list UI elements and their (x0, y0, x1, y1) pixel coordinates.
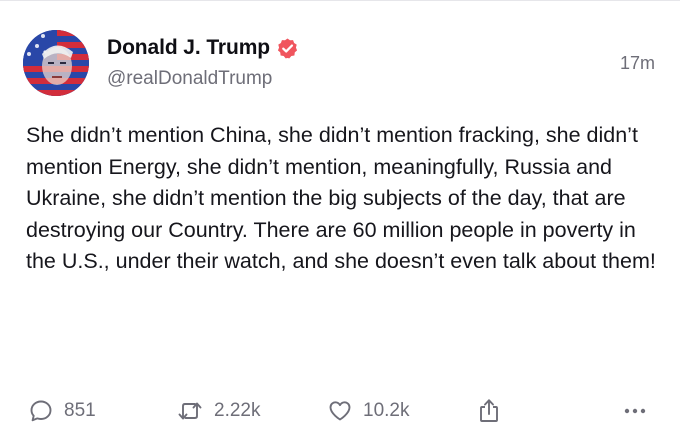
repost-count: 2.22k (214, 400, 261, 421)
author-handle[interactable]: @realDonaldTrump (107, 68, 272, 90)
post-actions-bar: 851 2.22k 10.2k (0, 393, 680, 429)
author-name-row: Donald J. Trump (107, 36, 299, 60)
heart-icon (327, 398, 353, 424)
author-display-name[interactable]: Donald J. Trump (107, 36, 270, 60)
avatar[interactable] (23, 30, 89, 96)
share-button[interactable] (477, 393, 501, 429)
repost-button[interactable]: 2.22k (176, 393, 260, 429)
comment-icon (28, 398, 54, 424)
like-button[interactable]: 10.2k (327, 393, 409, 429)
more-options-button[interactable] (623, 393, 647, 429)
avatar-image (23, 30, 89, 96)
more-icon (623, 407, 647, 415)
post-body-text: She didn’t mention China, she didn’t men… (26, 123, 656, 274)
verified-badge-icon (276, 37, 299, 60)
like-count: 10.2k (363, 400, 410, 421)
repost-icon (176, 398, 204, 424)
share-icon (477, 397, 501, 425)
reply-button[interactable]: 851 (28, 393, 96, 429)
truth-post: Donald J. Trump @realDonaldTrump 17m She… (0, 0, 680, 439)
reply-count: 851 (64, 400, 96, 421)
post-timestamp[interactable]: 17m (620, 53, 655, 74)
